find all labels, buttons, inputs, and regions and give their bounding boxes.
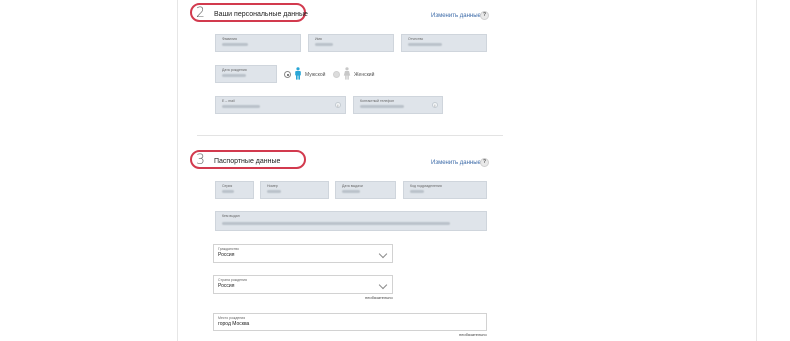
blurred-value xyxy=(342,190,360,193)
optional-hint: необязательно xyxy=(365,295,393,300)
birth-place-input[interactable]: Место рождения город Москва xyxy=(213,313,487,331)
name-field: Имя xyxy=(308,34,394,52)
blurred-value xyxy=(360,105,404,108)
field-label: Гражданство xyxy=(218,247,239,251)
info-icon[interactable]: i xyxy=(432,102,438,108)
chevron-down-icon[interactable] xyxy=(378,280,388,290)
blurred-value xyxy=(408,43,442,46)
section-title: Паспортные данные xyxy=(214,158,281,165)
patronymic-field: Отчество xyxy=(401,34,487,52)
optional-hint: необязательно xyxy=(459,332,487,337)
gender-female-label[interactable]: Женский xyxy=(354,72,374,78)
chevron-down-icon[interactable] xyxy=(378,249,388,259)
edit-data-link[interactable]: Изменить данные xyxy=(431,12,481,20)
field-value: Россия xyxy=(218,252,235,258)
field-label: Код подразделения xyxy=(410,184,442,188)
field-value: Россия xyxy=(218,283,235,289)
help-icon[interactable]: ? xyxy=(480,11,489,20)
blurred-value xyxy=(222,74,246,77)
birth-country-select[interactable]: Страна рождения Россия xyxy=(213,275,393,294)
left-guide-line xyxy=(177,0,178,341)
blurred-value xyxy=(267,190,281,193)
step-number: 3 xyxy=(196,152,205,168)
field-label: Дата рождения xyxy=(222,68,247,72)
female-person-icon xyxy=(343,67,351,80)
citizenship-select[interactable]: Гражданство Россия xyxy=(213,244,393,263)
field-label: Место рождения xyxy=(218,316,246,320)
surname-field: Фамилия xyxy=(215,34,301,52)
field-value: город Москва xyxy=(218,321,250,327)
phone-field: Контактный телефон i xyxy=(353,96,443,114)
gender-male-radio[interactable] xyxy=(284,71,291,78)
section-title: Ваши персональные данные xyxy=(214,11,308,18)
passport-series-field: Серия xyxy=(215,181,254,199)
blurred-value xyxy=(222,190,234,193)
blurred-value xyxy=(222,43,248,46)
field-label: Фамилия xyxy=(222,37,237,41)
division-code-field: Код подразделения xyxy=(403,181,487,199)
blurred-value xyxy=(222,222,450,225)
blurred-value xyxy=(222,105,260,108)
blurred-value xyxy=(410,190,424,193)
email-field: E – mail i xyxy=(215,96,346,114)
info-icon[interactable]: i xyxy=(335,102,341,108)
gender-female-radio[interactable] xyxy=(333,71,340,78)
section-divider xyxy=(197,135,503,136)
right-guide-line xyxy=(756,0,757,341)
birthdate-field: Дата рождения xyxy=(215,65,277,83)
edit-data-link[interactable]: Изменить данные xyxy=(431,159,481,167)
gender-male-label[interactable]: Мужской xyxy=(305,72,325,78)
field-label: Имя xyxy=(315,37,322,41)
field-label: Дата выдачи xyxy=(342,184,363,188)
step-number: 2 xyxy=(196,5,205,21)
field-label: Серия xyxy=(222,184,233,188)
field-label: Контактный телефон xyxy=(360,99,395,103)
field-label: Отчество xyxy=(408,37,424,41)
passport-number-field: Номер xyxy=(260,181,329,199)
male-person-icon xyxy=(295,67,301,80)
field-label: Номер xyxy=(267,184,278,188)
issue-date-field: Дата выдачи xyxy=(335,181,396,199)
blurred-value xyxy=(315,43,333,46)
field-label: Кем выдан xyxy=(222,214,240,218)
issued-by-field: Кем выдан xyxy=(215,211,487,231)
help-icon[interactable]: ? xyxy=(480,158,489,167)
field-label: E – mail xyxy=(222,99,235,103)
field-label: Страна рождения xyxy=(218,278,247,282)
